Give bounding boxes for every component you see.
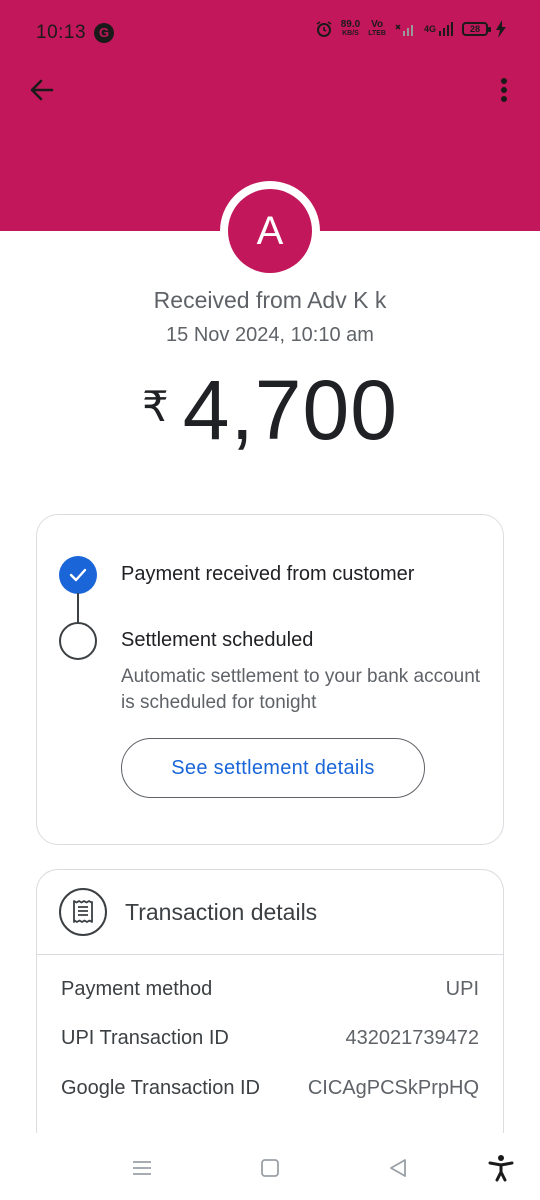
status-card: Payment received from customer Settlemen… [36, 514, 504, 845]
status-time: 10:13 [36, 22, 87, 43]
speed-unit: KB/S [342, 30, 359, 37]
network-label: 4G [423, 24, 436, 34]
network-4g-icon: 4G [424, 21, 454, 37]
alarm-icon [315, 20, 333, 38]
status-icons: 89.0 KB/S Vo LTEB 4G 28 [315, 20, 506, 38]
payment-method-value: UPI [445, 978, 479, 1000]
google-icon: G [94, 23, 114, 43]
pending-circle-icon [59, 622, 97, 660]
avatar: A [228, 189, 312, 273]
charging-icon [496, 20, 506, 38]
amount-display: ₹4,700 [0, 362, 540, 459]
status-bar: 10:13 G 89.0 KB/S Vo LTEB 4G 28 [0, 0, 540, 64]
transaction-details-title: Transaction details [125, 899, 318, 925]
volte-top: Vo [371, 19, 384, 30]
check-icon [59, 556, 97, 594]
menu-icon[interactable] [127, 1153, 157, 1183]
settlement-description: Automatic settlement to your bank accoun… [121, 666, 481, 713]
network-speed: 89.0 KB/S [341, 20, 360, 38]
accessibility-icon[interactable] [486, 1153, 516, 1183]
step-settlement-scheduled: Settlement scheduled [121, 629, 314, 651]
see-settlement-details-button[interactable]: See settlement details [121, 738, 425, 798]
currency-symbol: ₹ [142, 383, 169, 430]
volte-indicator: Vo LTEB [368, 20, 386, 38]
more-options-button[interactable] [484, 70, 524, 110]
volte-bottom: LTEB [368, 30, 386, 37]
upi-transaction-id-value: 432021739472 [345, 1027, 479, 1049]
google-transaction-id-label: Google Transaction ID [61, 1077, 260, 1099]
received-from-label: Received from Adv K k [153, 287, 387, 313]
google-transaction-id-value: CICAgPCSkPrpHQ [307, 1077, 479, 1099]
arrow-back-icon [30, 79, 54, 101]
navigation-bar [0, 1133, 540, 1200]
signal-icon [394, 21, 416, 37]
back-button[interactable] [22, 70, 62, 110]
battery-icon: 28 [462, 22, 491, 36]
home-icon[interactable] [255, 1153, 285, 1183]
receipt-icon [59, 888, 107, 936]
divider [37, 954, 503, 955]
timeline-connector [77, 593, 79, 623]
transaction-datetime: 15 Nov 2024, 10:10 am [166, 324, 374, 346]
payment-method-label: Payment method [61, 978, 213, 1000]
more-vert-icon [501, 78, 507, 102]
upi-transaction-id-label: UPI Transaction ID [61, 1027, 229, 1049]
step-payment-received: Payment received from customer [121, 563, 415, 585]
transaction-details-card: Transaction details Payment method UPI U… [36, 869, 504, 1169]
speed-value: 89.0 [340, 19, 361, 30]
amount-value: 4,700 [182, 363, 398, 457]
back-icon[interactable] [383, 1153, 413, 1183]
avatar-ring: A [220, 181, 320, 281]
